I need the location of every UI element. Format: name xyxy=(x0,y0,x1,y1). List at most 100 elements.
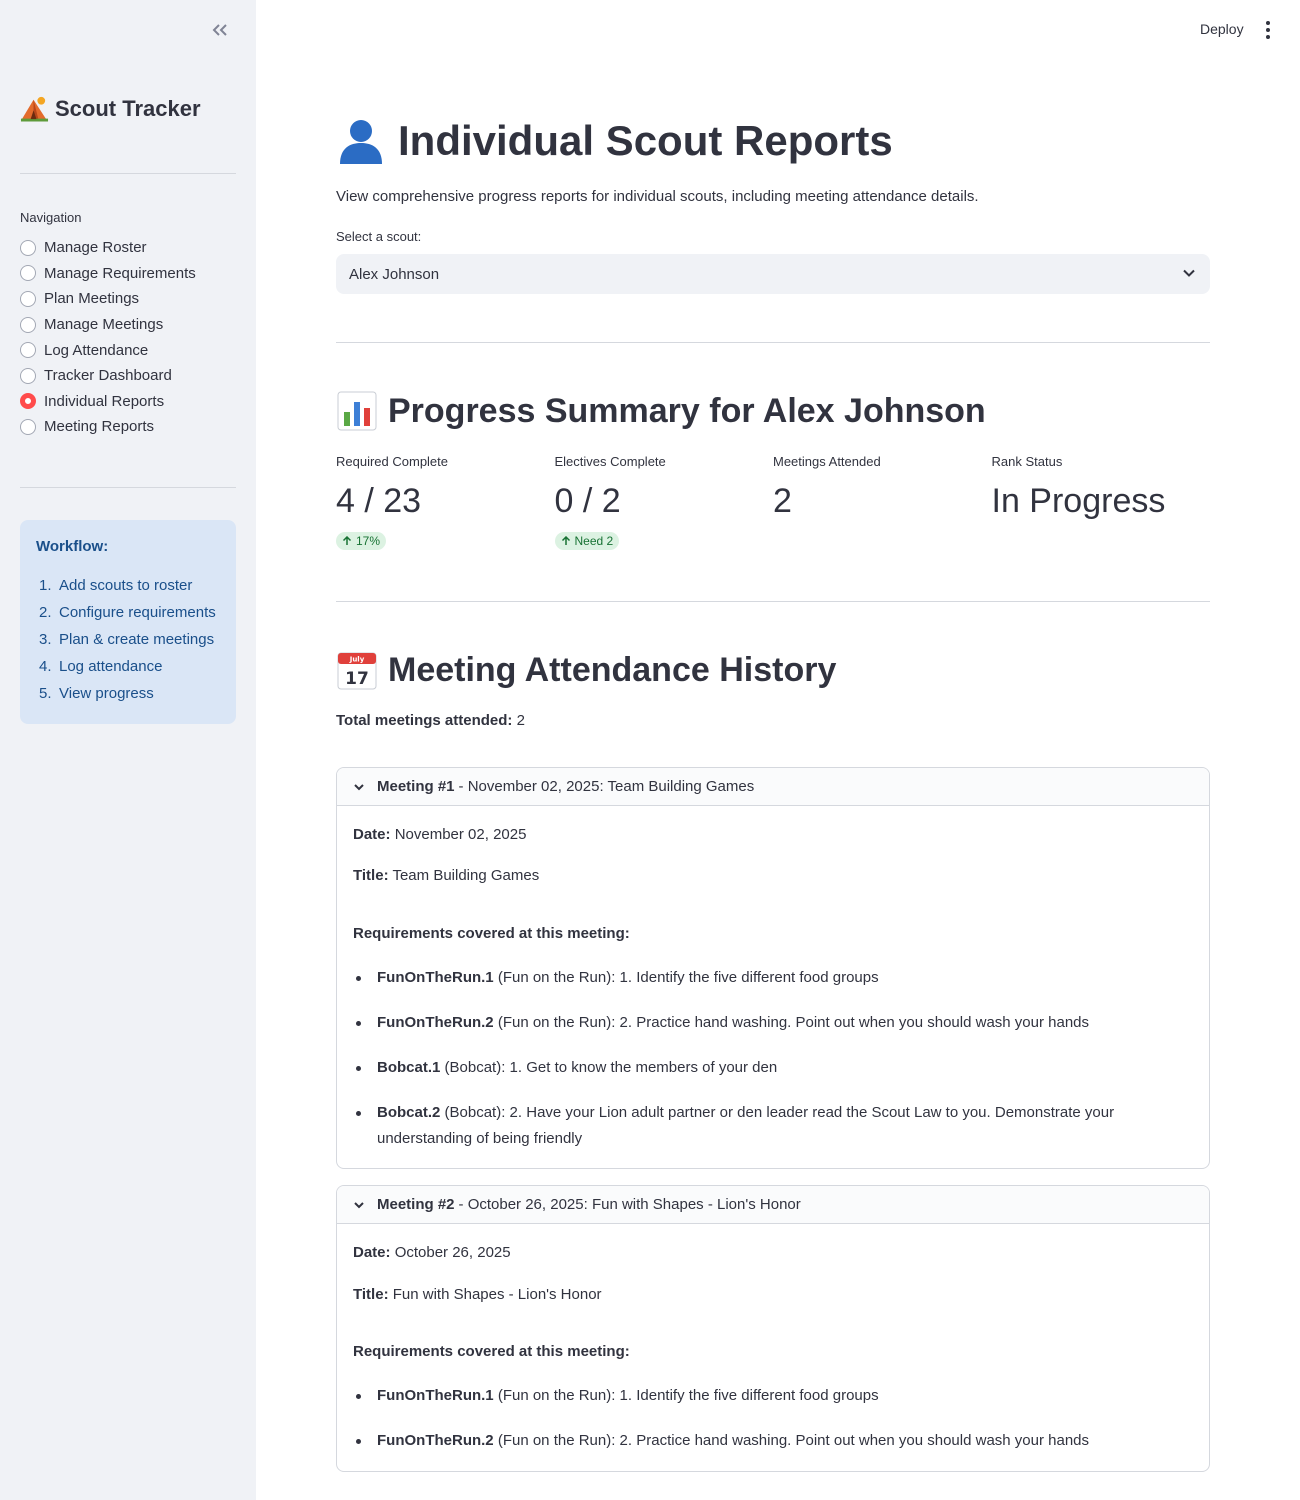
workflow-step: 2. Configure requirements xyxy=(36,604,220,631)
workflow-step-number: 3. xyxy=(39,631,52,648)
deploy-button[interactable]: Deploy xyxy=(1192,19,1252,39)
bust-silhouette-icon xyxy=(340,120,382,164)
chevron-down-icon xyxy=(354,1201,364,1208)
sidebar: Scout Tracker Navigation Manage Roster Ma… xyxy=(0,0,256,1500)
metric-label: Electives Complete xyxy=(554,454,666,469)
svg-text:17: 17 xyxy=(345,669,369,689)
meeting-expander: Meeting #1 - November 02, 2025: Team Bui… xyxy=(336,767,1210,1169)
workflow-step-text: Add scouts to roster xyxy=(59,577,193,594)
nav-item-label: Individual Reports xyxy=(44,392,165,410)
requirement-text: (Fun on the Run): 2. Practice hand washi… xyxy=(497,1432,1090,1449)
requirement-item: FunOnTheRun.1 (Fun on the Run): 1. Ident… xyxy=(353,965,1133,991)
section-divider xyxy=(336,601,1210,602)
radio-unselected-icon[interactable] xyxy=(20,290,36,307)
meeting-title-value: Fun with Shapes - Lion's Honor xyxy=(392,1286,602,1303)
radio-unselected-icon[interactable] xyxy=(20,265,36,282)
app-title: Scout Tracker xyxy=(20,94,201,123)
scout-select[interactable]: Alex Johnson xyxy=(336,254,1210,294)
radio-unselected-icon[interactable] xyxy=(20,342,36,359)
metric-label: Required Complete xyxy=(336,454,449,469)
page-title: Individual Scout Reports xyxy=(336,116,893,166)
nav-item-manage-roster[interactable]: Manage Roster xyxy=(20,235,196,261)
meeting-expander: Meeting #2 - October 26, 2025: Fun with … xyxy=(336,1185,1210,1472)
workflow-info-box: Workflow: 1. Add scouts to roster 2. Config… xyxy=(20,520,236,724)
requirement-item: FunOnTheRun.1 (Fun on the Run): 1. Ident… xyxy=(353,1383,1133,1409)
metric-meetings-attended: Meetings Attended 2 xyxy=(773,454,992,551)
arrow-up-icon xyxy=(342,536,352,545)
kebab-menu-icon[interactable] xyxy=(1259,20,1277,40)
nav-item-label: Manage Roster xyxy=(44,239,147,257)
workflow-step-text: View progress xyxy=(59,685,154,702)
navigation-radio-group: Manage Roster Manage Requirements Plan Mee… xyxy=(20,235,196,440)
nav-item-plan-meetings[interactable]: Plan Meetings xyxy=(20,286,196,312)
requirements-heading-text: Requirements covered at this meeting: xyxy=(353,1343,630,1360)
requirement-code: Bobcat.1 xyxy=(377,1059,441,1076)
radio-unselected-icon[interactable] xyxy=(20,418,36,435)
nav-item-label: Log Attendance xyxy=(44,341,149,359)
nav-item-manage-meetings[interactable]: Manage Meetings xyxy=(20,312,196,338)
app-title-text: Scout Tracker xyxy=(55,95,201,121)
requirement-code: FunOnTheRun.1 xyxy=(377,1387,494,1404)
radio-selected-icon[interactable] xyxy=(20,393,36,410)
meeting-expander-header[interactable]: Meeting #1 - November 02, 2025: Team Bui… xyxy=(337,768,1209,806)
requirements-list: FunOnTheRun.1 (Fun on the Run): 1. Ident… xyxy=(353,965,1133,1168)
meeting-expander-header[interactable]: Meeting #2 - October 26, 2025: Fun with … xyxy=(337,1186,1209,1224)
nav-item-label: Tracker Dashboard xyxy=(44,367,172,385)
metric-electives-complete: Electives Complete 0 / 2 Need 2 xyxy=(554,454,774,551)
requirement-code: FunOnTheRun.2 xyxy=(377,1432,494,1449)
metric-rank-status: Rank Status In Progress xyxy=(992,454,1211,551)
meeting-title: Title: Fun with Shapes - Lion's Honor xyxy=(353,1286,602,1303)
metric-delta-text: Need 2 xyxy=(574,534,614,548)
requirement-code: FunOnTheRun.1 xyxy=(377,969,494,986)
workflow-steps: 1. Add scouts to roster 2. Configure requir… xyxy=(36,577,220,712)
nav-item-label: Manage Requirements xyxy=(44,264,196,282)
total-meetings-value: 2 xyxy=(516,712,525,729)
workflow-step: 3. Plan & create meetings xyxy=(36,631,220,658)
calendar-icon: July 17 xyxy=(337,652,377,690)
camping-tent-icon xyxy=(20,96,49,122)
requirement-code: FunOnTheRun.2 xyxy=(377,1014,494,1031)
requirement-text: (Fun on the Run): 1. Identify the five d… xyxy=(497,1387,879,1404)
radio-unselected-icon[interactable] xyxy=(20,316,36,333)
metric-value: In Progress xyxy=(991,482,1166,520)
workflow-step: 1. Add scouts to roster xyxy=(36,577,220,604)
meeting-date: Date: November 02, 2025 xyxy=(353,826,526,843)
arrow-up-icon xyxy=(561,536,570,545)
workflow-step-text: Plan & create meetings xyxy=(59,631,215,648)
meeting-number: Meeting #2 xyxy=(377,1196,455,1213)
requirement-text: (Fun on the Run): 2. Practice hand washi… xyxy=(497,1014,1090,1031)
requirement-item: FunOnTheRun.2 (Fun on the Run): 2. Pract… xyxy=(353,1428,1133,1454)
workflow-step-number: 4. xyxy=(39,658,52,675)
workflow-step-number: 2. xyxy=(39,604,52,621)
collapse-sidebar-button[interactable] xyxy=(208,18,232,42)
nav-item-tracker-dashboard[interactable]: Tracker Dashboard xyxy=(20,363,196,389)
progress-summary-heading-text: Progress Summary for Alex Johnson xyxy=(388,391,986,430)
sidebar-divider xyxy=(20,487,236,488)
nav-item-label: Meeting Reports xyxy=(44,418,155,436)
double-chevron-left-icon xyxy=(212,24,227,36)
metric-delta: Need 2 xyxy=(554,532,620,550)
requirement-text: (Bobcat): 2. Have your Lion adult partne… xyxy=(377,1104,1115,1147)
radio-unselected-icon[interactable] xyxy=(20,239,36,256)
nav-item-meeting-reports[interactable]: Meeting Reports xyxy=(20,414,196,440)
page-title-text: Individual Scout Reports xyxy=(398,117,893,164)
attendance-history-heading-text: Meeting Attendance History xyxy=(388,650,837,689)
radio-unselected-icon[interactable] xyxy=(20,367,36,384)
requirement-item: Bobcat.2 (Bobcat): 2. Have your Lion adu… xyxy=(353,1100,1133,1152)
section-divider xyxy=(336,342,1210,343)
meeting-date-value: October 26, 2025 xyxy=(394,1244,511,1261)
nav-item-individual-reports[interactable]: Individual Reports xyxy=(20,389,196,415)
nav-item-manage-requirements[interactable]: Manage Requirements xyxy=(20,261,196,287)
workflow-step-number: 5. xyxy=(39,685,52,702)
metrics-row: Required Complete 4 / 23 17% Electives Comp… xyxy=(336,454,1210,551)
requirements-heading: Requirements covered at this meeting: xyxy=(353,1343,630,1360)
workflow-title: Workflow: xyxy=(36,538,109,555)
scout-select-label: Select a scout: xyxy=(336,229,422,244)
page-intro: View comprehensive progress reports for … xyxy=(336,188,979,205)
svg-text:July: July xyxy=(349,656,365,664)
metric-required-complete: Required Complete 4 / 23 17% xyxy=(336,454,555,551)
sidebar-divider xyxy=(20,173,236,174)
metric-delta: 17% xyxy=(336,532,387,550)
meeting-header-text: - October 26, 2025: Fun with Shapes - Li… xyxy=(458,1196,801,1213)
nav-item-log-attendance[interactable]: Log Attendance xyxy=(20,337,196,363)
